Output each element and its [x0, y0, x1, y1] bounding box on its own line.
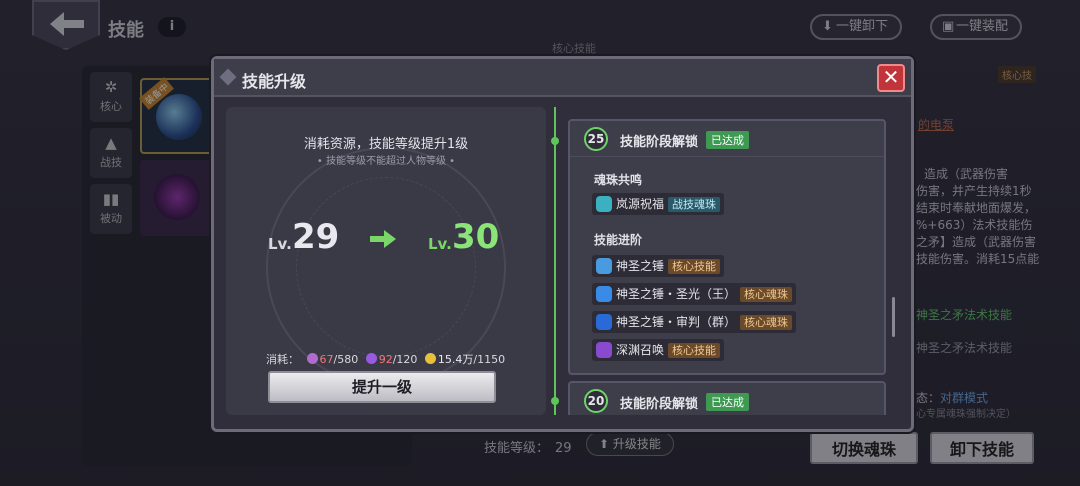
stage-header: 25 技能阶段解锁 已达成 — [570, 121, 884, 157]
skill-icon — [596, 258, 612, 274]
status-badge: 已达成 — [706, 393, 749, 411]
resource-need: /1150 — [473, 353, 506, 366]
stage-level: 20 — [584, 389, 608, 413]
next-level: 30 — [452, 217, 500, 257]
stage-card: 20 技能阶段解锁 已达成 — [568, 381, 886, 415]
cost-row: 消耗： 67/580 92/120 15.4万/1150 — [266, 351, 505, 367]
resource-have: 92 — [378, 353, 393, 366]
dialog-header: 技能升级 ✕ — [214, 59, 911, 97]
stage-card: 25 技能阶段解锁 已达成 魂珠共鸣 岚源祝福 战技魂珠 技能进阶 神圣之锤 核心技… — [568, 119, 886, 375]
skill-row[interactable]: 深渊召唤 核心技能 — [592, 339, 725, 361]
stage-list[interactable]: 25 技能阶段解锁 已达成 魂珠共鸣 岚源祝福 战技魂珠 技能进阶 神圣之锤 核心技… — [544, 107, 904, 415]
status-badge: 已达成 — [706, 131, 749, 149]
cost-subtitle: • 技能等级不能超过人物等级 • — [316, 156, 456, 167]
stage-header: 20 技能阶段解锁 已达成 — [570, 383, 884, 415]
core-skill-tag: 核心技能 — [668, 343, 721, 358]
upgrade-panel: 消耗资源，技能等级提升1级 • 技能等级不能超过人物等级 • Lv. 29 Lv… — [226, 107, 546, 415]
section-label: 魂珠共鸣 — [594, 173, 643, 187]
timeline-line — [554, 107, 556, 415]
skill-icon — [596, 342, 612, 358]
close-button[interactable]: ✕ — [877, 64, 905, 92]
core-orb-tag: 核心魂珠 — [740, 287, 793, 302]
stage-title: 技能阶段解锁 — [620, 397, 699, 412]
stage-level: 25 — [584, 127, 608, 151]
stage-title: 技能阶段解锁 — [620, 135, 699, 150]
resource-need: /580 — [333, 353, 359, 366]
scrollbar[interactable] — [892, 297, 895, 337]
rune-circle-decoration — [296, 177, 476, 357]
combat-orb-tag: 战技魂珠 — [668, 197, 721, 212]
skill-row[interactable]: 岚源祝福 战技魂珠 — [592, 193, 725, 215]
timeline-dot — [551, 137, 559, 145]
gold-coin-icon — [424, 353, 436, 364]
skill-icon — [596, 196, 612, 212]
resource-need: /120 — [392, 353, 418, 366]
soul-shard-icon — [306, 353, 318, 364]
dialog-title: 技能升级 — [242, 72, 307, 91]
cost-title: 消耗资源，技能等级提升1级 — [303, 137, 469, 152]
cost-label: 消耗： — [266, 353, 299, 366]
current-level: 29 — [292, 217, 340, 257]
skill-upgrade-dialog: 技能升级 ✕ 消耗资源，技能等级提升1级 • 技能等级不能超过人物等级 • Lv… — [211, 56, 914, 432]
skill-icon — [596, 314, 612, 330]
lv-prefix: Lv. — [268, 235, 292, 253]
upgrade-one-level-button[interactable]: 提升一级 — [268, 371, 496, 403]
diamond-icon — [219, 68, 237, 86]
right-arrow-icon — [370, 230, 396, 248]
skill-icon — [596, 286, 612, 302]
lv-prefix: Lv. — [428, 235, 452, 253]
purple-crystal-icon — [365, 353, 377, 364]
section-label: 技能进阶 — [594, 233, 643, 247]
timeline-dot — [551, 397, 559, 405]
skill-row[interactable]: 神圣之锤・审判（群） 核心魂珠 — [592, 311, 797, 333]
resource-have: 15.4万 — [437, 353, 474, 366]
skill-row[interactable]: 神圣之锤・圣光（王） 核心魂珠 — [592, 283, 797, 305]
core-skill-tag: 核心技能 — [668, 259, 721, 274]
resource-have: 67 — [319, 353, 334, 366]
skill-row[interactable]: 神圣之锤 核心技能 — [592, 255, 725, 277]
core-orb-tag: 核心魂珠 — [740, 315, 793, 330]
